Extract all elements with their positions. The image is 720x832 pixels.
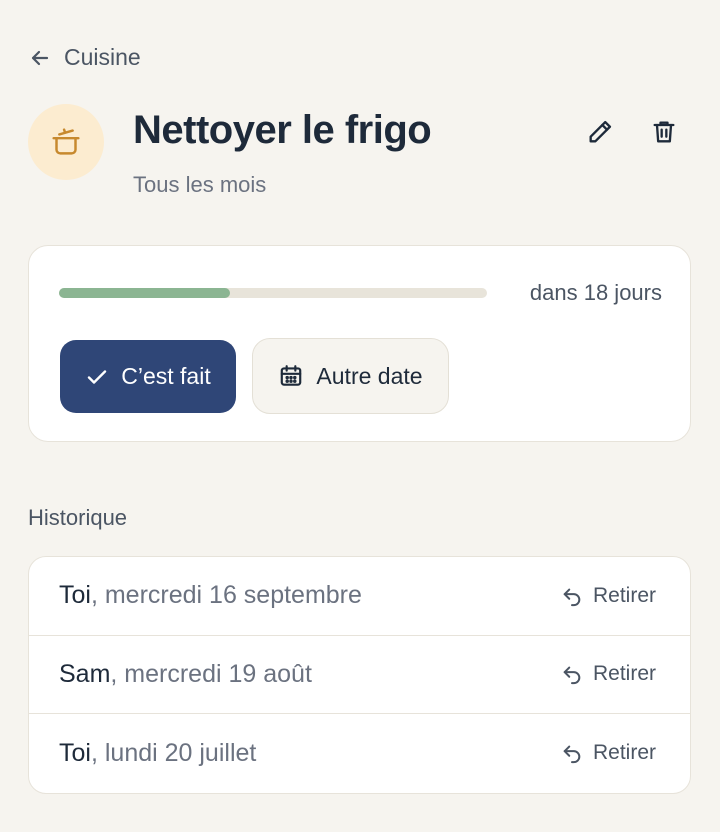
task-detail-page: Cuisine Nettoyer le frigo Tous les mois … (0, 0, 720, 832)
history-entry-date: , mercredi 16 septembre (90, 581, 362, 610)
mark-done-button[interactable]: C’est fait (60, 340, 236, 413)
check-icon (88, 369, 107, 384)
history-entry-text: Toi, mercredi 16 septembre (59, 581, 362, 610)
history-row: Toi, lundi 20 juillet Retirer (29, 714, 690, 793)
calendar-icon (281, 365, 302, 386)
back-label: Cuisine (64, 44, 141, 70)
due-text: dans 18 jours (529, 280, 662, 305)
history-entry-name: Toi (59, 581, 91, 610)
history-entry-text: Sam, mercredi 19 août (59, 660, 312, 689)
undo-button[interactable]: Retirer (561, 584, 656, 608)
task-frequency: Tous les mois (133, 172, 267, 197)
undo-icon (563, 588, 581, 606)
history-entry-date: , mercredi 19 août (110, 659, 312, 688)
history-row: Toi, mercredi 16 septembre Retirer (29, 557, 690, 636)
undo-label: Retirer (592, 741, 656, 765)
history-entry-name: Sam (59, 659, 111, 688)
delete-button[interactable] (646, 114, 682, 150)
undo-icon (563, 745, 581, 764)
trash-icon (653, 121, 675, 143)
history-title: Historique (28, 505, 128, 530)
status-card: dans 18 jours C’est fait Autre date (28, 245, 691, 442)
pencil-icon (589, 120, 612, 143)
undo-label: Retirer (592, 662, 656, 686)
page-title: Nettoyer le frigo (133, 108, 432, 152)
progress-bar (59, 288, 487, 298)
back-link[interactable]: Cuisine (28, 44, 141, 71)
undo-button[interactable]: Retirer (561, 662, 656, 686)
other-date-label: Autre date (316, 362, 423, 389)
undo-label: Retirer (592, 583, 656, 607)
edit-button[interactable] (582, 114, 618, 150)
other-date-button[interactable]: Autre date (252, 338, 449, 414)
category-avatar (28, 104, 104, 180)
progress-fill (59, 288, 231, 298)
history-row: Sam, mercredi 19 août Retirer (29, 636, 690, 714)
pot-icon (52, 128, 80, 155)
undo-icon (563, 666, 581, 685)
history-entry-text: Toi, lundi 20 juillet (59, 739, 256, 768)
arrow-left-icon (31, 50, 49, 65)
history-list: Toi, mercredi 16 septembre Retirer Sam, … (28, 556, 691, 794)
history-entry-name: Toi (59, 738, 91, 767)
mark-done-label: C’est fait (121, 363, 211, 389)
history-entry-date: , lundi 20 juillet (90, 738, 257, 767)
undo-button[interactable]: Retirer (561, 741, 656, 765)
